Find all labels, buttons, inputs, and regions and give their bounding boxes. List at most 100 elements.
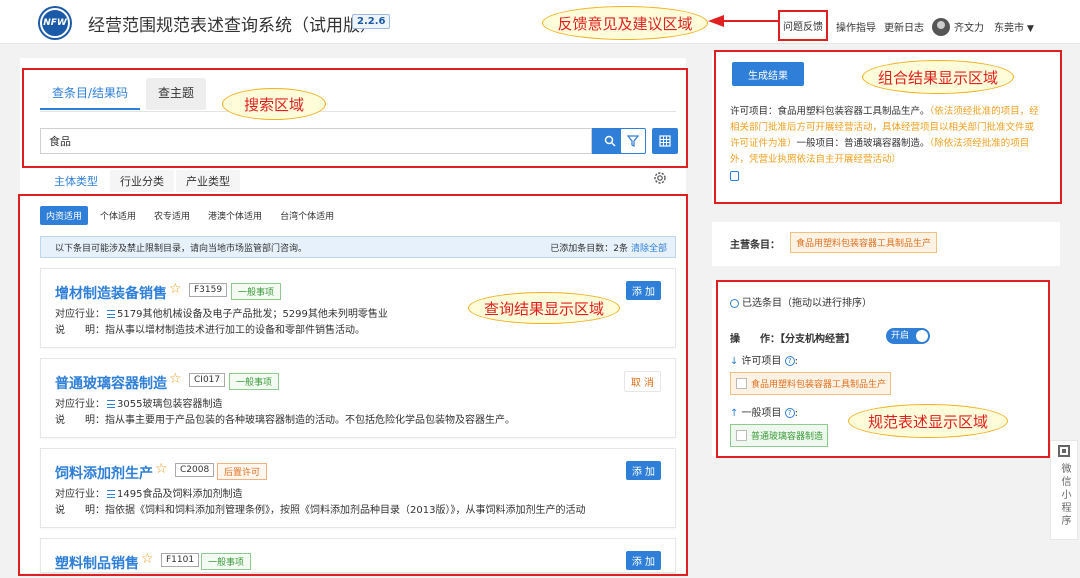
clear-all-link[interactable]: 清除全部 bbox=[631, 244, 667, 254]
annotation-standard-area: 规范表述显示区域 bbox=[848, 404, 1008, 438]
result-title[interactable]: 饲料添加剂生产 bbox=[55, 463, 153, 483]
arrow-up-icon: ↑ bbox=[730, 408, 739, 419]
desc-value: 指从事主要用于产品包装的各种玻璃容器制造的活动。不包括危险化学品包装物及容器生产… bbox=[105, 415, 515, 426]
industry-prefix: 对应行业： bbox=[55, 309, 105, 320]
avatar[interactable] bbox=[932, 17, 950, 36]
annotation-search-area: 搜索区域 bbox=[222, 88, 326, 120]
general-section-label: 一般项目 bbox=[741, 408, 782, 419]
header-nav: 问题反馈 操作指导 更新日志 齐文力 东莞市 ▼ bbox=[778, 10, 1034, 41]
annotation-query-results: 查询结果显示区域 bbox=[468, 292, 620, 324]
selected-general-chip[interactable]: 普通玻璃容器制造 bbox=[730, 424, 829, 447]
list-icon bbox=[107, 400, 115, 408]
code-badge: F1101 bbox=[161, 553, 200, 567]
caret-down-icon: ▼ bbox=[1027, 24, 1034, 34]
subtab-entity-type[interactable]: 主体类型 bbox=[44, 170, 108, 192]
type-badge: 后置许可 bbox=[217, 463, 268, 480]
type-badge: 一般事项 bbox=[231, 283, 282, 300]
notice-text: 以下条目可能涉及禁止限制目录，请向当地市场监管部门咨询。 bbox=[55, 243, 308, 254]
selected-header: 已选条目（拖动以进行排序） bbox=[730, 294, 872, 309]
industry-value: 5179其他机械设备及电子产品批发；5299其他未列明零售业 bbox=[117, 309, 388, 320]
qr-code-icon bbox=[1058, 445, 1070, 457]
general-item: 普通玻璃容器制造。 bbox=[844, 138, 930, 149]
grid-view-button[interactable] bbox=[652, 128, 678, 154]
combined-result-text: 许可项目：食品用塑料包装容器工具制品生产。（依法须经批准的项目，经相关部门批准后… bbox=[730, 104, 1042, 184]
filter-icon bbox=[627, 135, 639, 147]
search-tabs: 查条目/结果码 查主题 bbox=[40, 78, 207, 110]
code-badge: F3159 bbox=[189, 283, 228, 297]
grid-icon bbox=[659, 135, 671, 147]
main-item-chip[interactable]: 食品用塑料包装容器工具制品生产 bbox=[790, 232, 938, 253]
tabs-divider bbox=[40, 111, 676, 112]
industry-line: 对应行业： 1495食品及饲料添加剂制造 bbox=[55, 485, 242, 500]
desc-prefix: 说 明： bbox=[55, 505, 105, 516]
star-icon[interactable]: ☆ bbox=[169, 281, 182, 297]
list-icon bbox=[107, 310, 115, 318]
feedback-link[interactable]: 问题反馈 bbox=[778, 10, 828, 41]
subtab-sector[interactable]: 产业类型 bbox=[176, 170, 240, 192]
scope-taiwan[interactable]: 台湾个体适用 bbox=[274, 206, 340, 225]
desc-prefix: 说 明： bbox=[55, 325, 105, 336]
desc-line: 说 明：指从事主要用于产品包装的各种玻璃容器制造的活动。不包括危险化学品包装物及… bbox=[55, 411, 515, 426]
city-label: 东莞市 bbox=[994, 23, 1024, 34]
city-select[interactable]: 东莞市 ▼ bbox=[994, 19, 1034, 34]
list-icon bbox=[107, 490, 115, 498]
main-item-panel: 主营条目： 食品用塑料包装容器工具制品生产 bbox=[712, 222, 1060, 266]
app-title: 经营范围规范表述查询系统（试用版） bbox=[88, 16, 377, 36]
result-card: 普通玻璃容器制造 ☆ CI017 一般事项 取 消 对应行业： 3055玻璃包装容… bbox=[40, 358, 676, 438]
filter-button[interactable] bbox=[620, 128, 646, 154]
changelog-link[interactable]: 更新日志 bbox=[884, 19, 924, 34]
industry-line: 对应行业： 3055玻璃包装容器制造 bbox=[55, 395, 222, 410]
result-title[interactable]: 塑料制品销售 bbox=[55, 553, 139, 573]
generate-result-button[interactable]: 生成结果 bbox=[732, 62, 804, 86]
industry-line: 对应行业： 5179其他机械设备及电子产品批发；5299其他未列明零售业 bbox=[55, 305, 388, 320]
licensed-item: 食品用塑料包装容器工具制品生产。 bbox=[777, 106, 930, 117]
cancel-button[interactable]: 取 消 bbox=[623, 371, 661, 392]
search-input[interactable] bbox=[40, 128, 592, 154]
desc-line: 说 明：指从事以增材制造技术进行加工的设备和零部件销售活动。 bbox=[55, 321, 365, 336]
gear-icon[interactable] bbox=[652, 170, 668, 186]
desc-value: 指从事以增材制造技术进行加工的设备和零部件销售活动。 bbox=[105, 325, 365, 336]
guide-link[interactable]: 操作指导 bbox=[836, 19, 876, 34]
result-title[interactable]: 增材制造装备销售 bbox=[55, 283, 167, 303]
subtab-industry[interactable]: 行业分类 bbox=[110, 170, 174, 192]
result-card: 塑料制品销售 ☆ F1101 一般事项 添 加 bbox=[40, 538, 676, 573]
scope-cooperative[interactable]: 农专适用 bbox=[148, 206, 196, 225]
code-badge: CI017 bbox=[189, 373, 226, 387]
add-button[interactable]: 添 加 bbox=[625, 551, 661, 570]
desc-line: 说 明：指依据《饲料和饲料添加剂管理条例》，按照《饲料添加剂品种目录（2013版… bbox=[55, 501, 585, 516]
user-name[interactable]: 齐文力 bbox=[954, 19, 984, 34]
tab-search-items[interactable]: 查条目/结果码 bbox=[40, 78, 141, 110]
industry-value: 3055玻璃包装容器制造 bbox=[117, 399, 223, 410]
selected-licensed-chip[interactable]: 食品用塑料包装容器工具制品生产 bbox=[730, 372, 892, 395]
annotation-combined-results: 组合结果显示区域 bbox=[862, 60, 1014, 94]
scope-domestic[interactable]: 内资适用 bbox=[40, 206, 89, 225]
mini-program-tab[interactable]: 微信小程序 bbox=[1050, 440, 1078, 540]
licensed-section: ↓ 许可项目 ?: bbox=[730, 356, 798, 367]
selected-header-text: 已选条目（拖动以进行排序） bbox=[742, 298, 872, 309]
help-icon[interactable]: ? bbox=[784, 356, 795, 366]
star-icon[interactable]: ☆ bbox=[141, 551, 154, 567]
branch-toggle[interactable]: 开启 bbox=[886, 328, 930, 344]
arrow-left-icon bbox=[708, 15, 778, 27]
desc-value: 指依据《饲料和饲料添加剂管理条例》，按照《饲料添加剂品种目录（2013版）》，从… bbox=[105, 505, 586, 516]
scope-filters: 内资适用 个体适用 农专适用 港澳个体适用 台湾个体适用 bbox=[40, 206, 346, 225]
star-icon[interactable]: ☆ bbox=[169, 371, 182, 387]
tab-search-topics[interactable]: 查主题 bbox=[146, 78, 207, 110]
operation-label: 操 作：【分支机构经营】 bbox=[730, 334, 855, 345]
type-badge: 一般事项 bbox=[229, 373, 280, 390]
general-label: 一般项目： bbox=[796, 138, 845, 149]
star-icon[interactable]: ☆ bbox=[155, 461, 168, 477]
result-title[interactable]: 普通玻璃容器制造 bbox=[55, 373, 167, 393]
copy-icon[interactable] bbox=[730, 170, 739, 181]
mini-program-label: 微信小程序 bbox=[1059, 463, 1070, 528]
main-item-label: 主营条目： bbox=[730, 240, 780, 251]
scope-hk-macao[interactable]: 港澳个体适用 bbox=[202, 206, 268, 225]
type-badge: 一般事项 bbox=[201, 553, 252, 570]
add-button[interactable]: 添 加 bbox=[625, 281, 661, 300]
search-icon bbox=[604, 135, 616, 147]
annotation-feedback-area: 反馈意见及建议区域 bbox=[542, 6, 708, 40]
add-button[interactable]: 添 加 bbox=[625, 461, 661, 480]
desc-prefix: 说 明： bbox=[55, 415, 105, 426]
help-icon[interactable]: ? bbox=[784, 408, 795, 418]
scope-individual[interactable]: 个体适用 bbox=[94, 206, 142, 225]
